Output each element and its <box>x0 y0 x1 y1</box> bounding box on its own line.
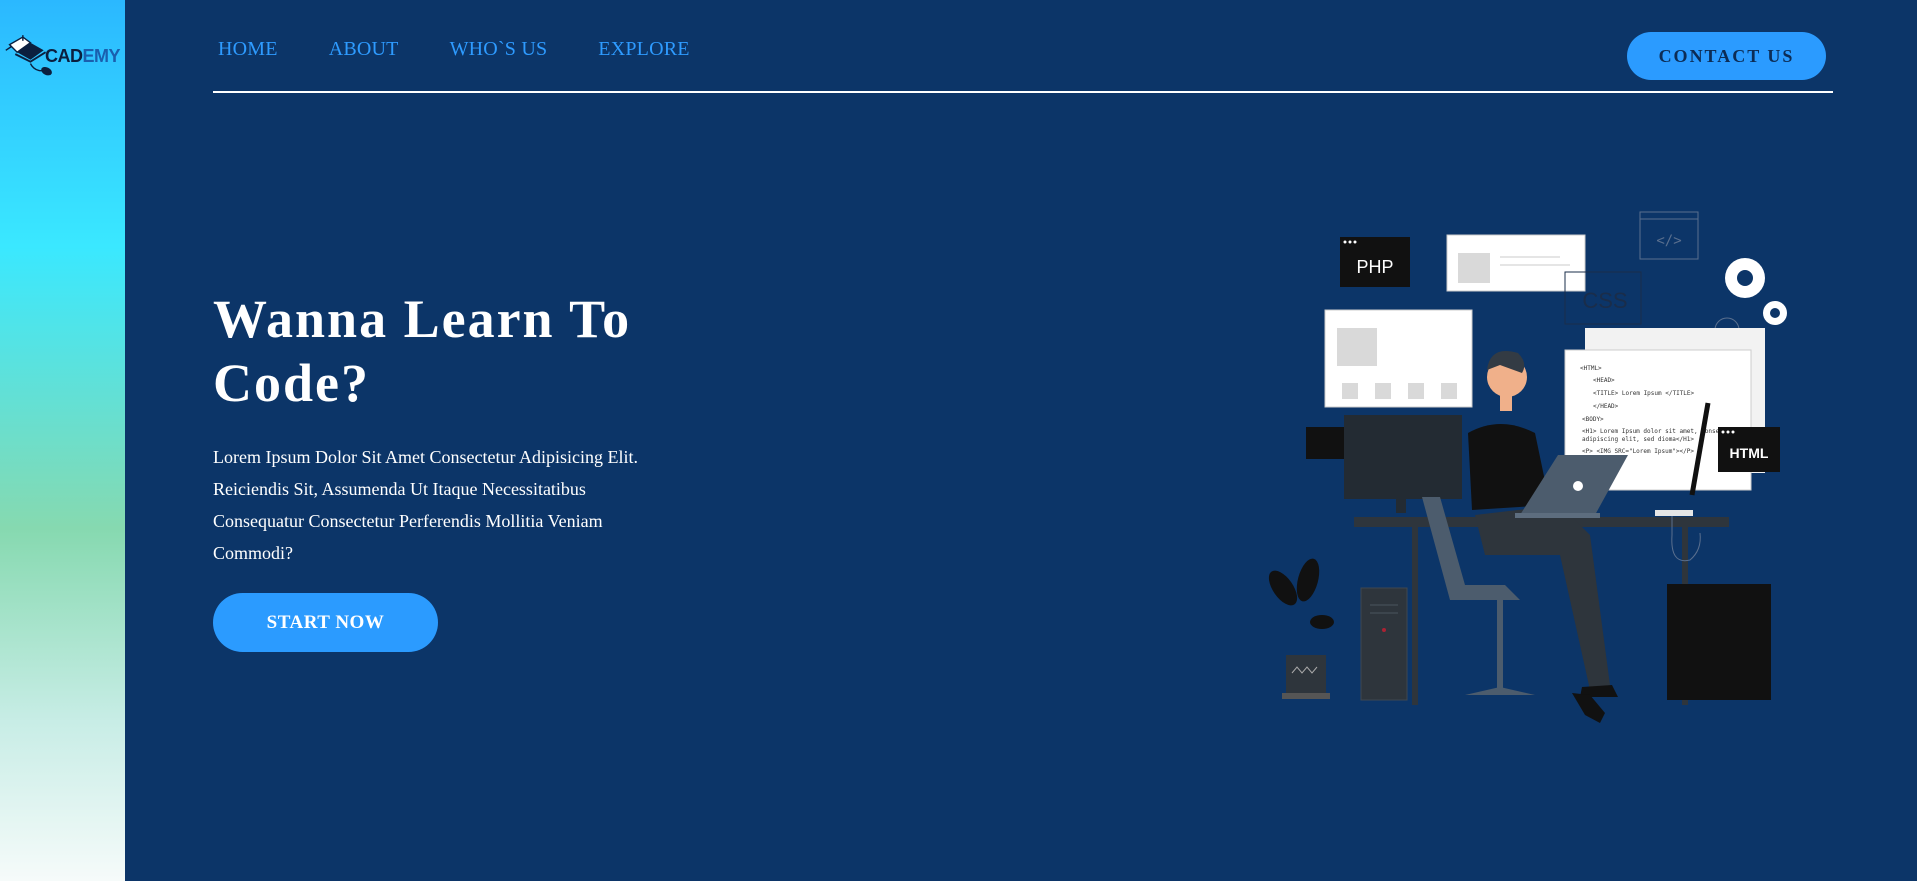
developer-illustration: PHP CSS </> <HTML> <HEAD> <TITLE> Lorem … <box>1268 211 1787 723</box>
code-line: <TITLE> Lorem Ipsum </TITLE> <box>1593 390 1695 397</box>
code-line: adipiscing elit, sed dioma</H1> <box>1582 436 1694 443</box>
html-window-icon: HTML <box>1718 427 1780 472</box>
hero-description: Lorem Ipsum Dolor Sit Amet Consectetur A… <box>213 447 638 563</box>
contact-us-button[interactable]: CONTACT US <box>1627 32 1826 80</box>
start-now-button[interactable]: START NOW <box>213 593 438 652</box>
code-line: <H1> Lorem Ipsum dolor sit amet, consect… <box>1582 428 1741 435</box>
keyboard-icon <box>1655 510 1693 516</box>
code-line: <BODY> <box>1582 416 1604 423</box>
cabinet-icon <box>1667 584 1771 700</box>
pc-tower-icon <box>1360 587 1408 701</box>
nav-link-explore[interactable]: EXPLORE <box>598 38 689 61</box>
nav-link-about[interactable]: ABOUT <box>329 38 399 61</box>
sidebar-gradient: CADEMY <box>0 0 125 881</box>
php-label: PHP <box>1356 257 1393 277</box>
brand-name-part2: EMY <box>82 45 120 66</box>
hero-title: Wanna Learn To Code? <box>213 289 632 413</box>
plant-icon <box>1268 558 1334 699</box>
brand-name-part1: CAD <box>44 45 83 66</box>
nav-link-home[interactable]: HOME <box>218 38 278 61</box>
brand-name: CADEMY <box>44 45 121 67</box>
main-nav: HOME ABOUT WHO`S US EXPLORE <box>218 38 741 61</box>
code-line: <P> <IMG SRC="Lorem Ipsum"></P> <box>1582 448 1694 455</box>
code-tag-label: </> <box>1656 233 1681 249</box>
css-label: CSS <box>1582 288 1627 313</box>
nav-divider <box>213 91 1833 93</box>
browser-card-icon <box>1446 234 1586 292</box>
code-line: <HTML> <box>1580 365 1602 372</box>
php-window-icon: PHP <box>1340 237 1410 287</box>
small-window-icon <box>1306 427 1344 459</box>
code-line: <HEAD> <box>1593 377 1615 384</box>
nav-link-whos-us[interactable]: WHO`S US <box>450 38 548 61</box>
code-tag-window-icon: </> <box>1639 211 1699 260</box>
layout-card-icon <box>1324 309 1473 408</box>
code-line: </HEAD> <box>1593 403 1619 410</box>
brand-logo[interactable]: CADEMY <box>2 28 120 84</box>
html-label: HTML <box>1730 445 1769 461</box>
gear-icon <box>1714 258 1787 331</box>
